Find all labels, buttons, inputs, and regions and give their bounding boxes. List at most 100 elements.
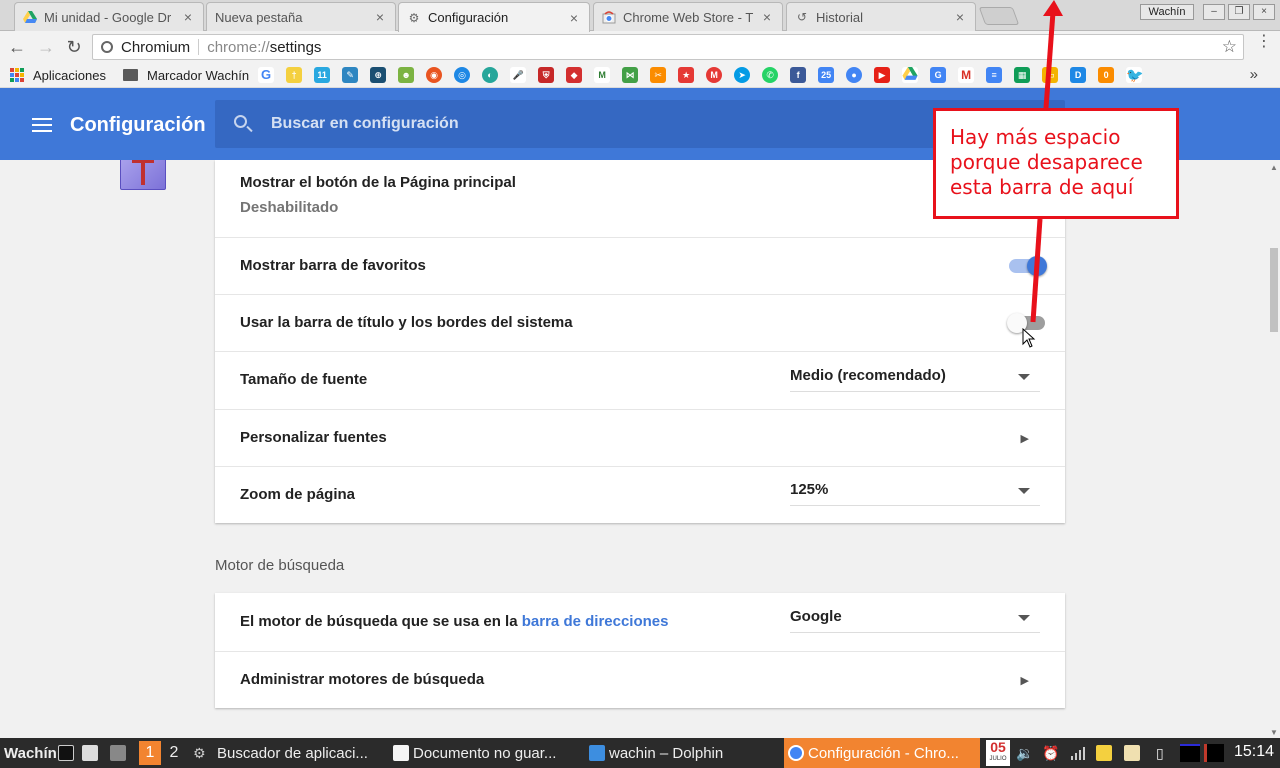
- terminal-icon[interactable]: [58, 738, 78, 768]
- setting-search-engine[interactable]: El motor de búsqueda que se usa en la ba…: [215, 593, 1065, 651]
- gmail-icon[interactable]: M: [958, 67, 975, 83]
- bookmark-icon[interactable]: ✎: [342, 67, 359, 83]
- page-zoom-select[interactable]: 125%: [790, 478, 1040, 506]
- minimize-icon[interactable]: –: [1203, 4, 1225, 20]
- whatsapp-icon[interactable]: ✆: [762, 67, 779, 83]
- close-window-icon[interactable]: ×: [1253, 4, 1275, 20]
- setting-font-size[interactable]: Tamaño de fuente Medio (recomendado): [215, 351, 1065, 409]
- close-icon[interactable]: ×: [760, 9, 774, 25]
- android-icon[interactable]: ☻: [398, 67, 415, 83]
- forward-icon[interactable]: →: [35, 37, 57, 57]
- close-icon[interactable]: ×: [373, 9, 387, 25]
- hamburger-menu-icon[interactable]: [32, 118, 52, 136]
- maximize-icon[interactable]: ❐: [1228, 4, 1250, 20]
- network-icon[interactable]: [1070, 738, 1086, 768]
- bookmark-icon[interactable]: M: [594, 67, 611, 83]
- tab-new-tab[interactable]: Nueva pestaña ×: [206, 2, 396, 31]
- search-engine-select[interactable]: Google: [790, 605, 1040, 633]
- setting-label: Mostrar el botón de la Página principal: [240, 174, 516, 191]
- contacts-icon[interactable]: ●: [846, 67, 863, 83]
- microphone-icon[interactable]: 🎤: [510, 67, 527, 83]
- bookmark-icon[interactable]: ⊕: [370, 67, 387, 83]
- workspace-1[interactable]: 1: [139, 741, 161, 765]
- bookmark-icon[interactable]: 11: [314, 67, 331, 83]
- scrollbar-thumb[interactable]: [1270, 248, 1278, 332]
- bookmark-apps[interactable]: Aplicaciones: [10, 68, 106, 83]
- tab-history[interactable]: ↺ Historial ×: [786, 2, 976, 31]
- history-icon: ↺: [796, 10, 808, 24]
- alarm-clock-icon[interactable]: ⏰: [1042, 738, 1059, 768]
- volume-icon[interactable]: 🔉: [1016, 738, 1033, 768]
- clock[interactable]: 15:14: [1234, 743, 1274, 761]
- bookmarks-overflow-icon[interactable]: »: [1250, 66, 1258, 83]
- setting-manage-search-engines[interactable]: Administrar motores de búsqueda ▶: [215, 651, 1065, 708]
- calendar-icon[interactable]: 25: [818, 67, 835, 83]
- setting-bookmarks-bar[interactable]: Mostrar barra de favoritos: [215, 237, 1065, 294]
- cpu-monitor-icon: [1180, 738, 1200, 768]
- address-bar-link[interactable]: barra de direcciones: [522, 613, 669, 630]
- youtube-icon[interactable]: ▶: [874, 67, 891, 83]
- bookmark-icon[interactable]: ⋈: [622, 67, 639, 83]
- scroll-down-icon[interactable]: ▼: [1270, 728, 1278, 737]
- taskbar-window[interactable]: ⚙ Buscador de aplicaci...: [193, 738, 388, 768]
- bookmark-icon[interactable]: ◎: [454, 67, 471, 83]
- setting-system-title-bar[interactable]: Usar la barra de título y los bordes del…: [215, 294, 1065, 351]
- bookmark-icon[interactable]: ◆: [566, 67, 583, 83]
- translate-icon[interactable]: G: [930, 67, 947, 83]
- tab-settings[interactable]: ⚙ Configuración ×: [398, 2, 590, 32]
- telegram-icon[interactable]: ➤: [734, 67, 751, 83]
- taskbar-window-active[interactable]: Configuración - Chro...: [784, 738, 980, 768]
- calendar-widget[interactable]: 05 JULIO: [986, 740, 1010, 766]
- bookmark-folder[interactable]: Marcador Wachín: [106, 68, 249, 83]
- sheets-icon[interactable]: ▦: [1014, 67, 1031, 83]
- bookmark-icon[interactable]: 0: [1098, 67, 1115, 83]
- calendar-day: 05: [990, 739, 1006, 755]
- ubuntu-icon[interactable]: ◉: [426, 67, 443, 83]
- search-input[interactable]: [271, 112, 871, 136]
- tab-google-drive[interactable]: Mi unidad - Google Dr ×: [14, 2, 204, 31]
- new-tab-button[interactable]: [978, 7, 1020, 25]
- bookmark-icon[interactable]: ✂: [650, 67, 667, 83]
- docs-icon[interactable]: ≡: [986, 67, 1003, 83]
- font-size-select[interactable]: Medio (recomendado): [790, 364, 1040, 392]
- bookmarks-bar-toggle[interactable]: [1009, 256, 1047, 276]
- close-icon[interactable]: ×: [953, 9, 967, 25]
- taskbar-user[interactable]: Wachín: [4, 738, 57, 768]
- phone-icon[interactable]: ▯: [1156, 738, 1164, 768]
- google-drive-icon[interactable]: [902, 67, 919, 83]
- facebook-icon[interactable]: f: [790, 67, 807, 83]
- tools-icon[interactable]: [110, 738, 130, 768]
- back-icon[interactable]: ←: [6, 37, 28, 57]
- bookmark-icon[interactable]: ★: [678, 67, 695, 83]
- taskbar-window[interactable]: Documento no guar...: [393, 738, 583, 768]
- reload-icon[interactable]: ↻: [63, 37, 85, 57]
- twitter-icon[interactable]: 🐦: [1126, 67, 1144, 83]
- scrollbar[interactable]: [1268, 160, 1280, 738]
- workspace-2[interactable]: 2: [163, 741, 185, 765]
- setting-custom-fonts[interactable]: Personalizar fuentes ▶: [215, 409, 1065, 466]
- chromium-icon: [788, 745, 804, 761]
- shield-icon[interactable]: ⛨: [538, 67, 555, 83]
- bookmark-apps-label: Aplicaciones: [33, 67, 106, 83]
- google-icon[interactable]: G: [258, 67, 275, 83]
- memory-monitor-icon: [1204, 738, 1224, 768]
- scroll-up-icon[interactable]: ▲: [1270, 163, 1278, 172]
- close-icon[interactable]: ×: [181, 9, 195, 25]
- bookmark-icon[interactable]: ◐: [482, 67, 499, 83]
- tab-web-store[interactable]: Chrome Web Store - T ×: [593, 2, 783, 31]
- omnibox[interactable]: Chromium chrome:// settings ☆: [92, 34, 1244, 60]
- setting-page-zoom[interactable]: Zoom de página 125%: [215, 466, 1065, 523]
- setting-label: Tamaño de fuente: [240, 371, 368, 388]
- file-manager-icon[interactable]: [82, 738, 102, 768]
- bookmark-icon[interactable]: M: [706, 67, 723, 83]
- bookmark-icon[interactable]: D: [1070, 67, 1087, 83]
- taskbar-window[interactable]: wachin – Dolphin: [589, 738, 779, 768]
- slides-icon[interactable]: ▭: [1042, 67, 1059, 83]
- close-icon[interactable]: ×: [567, 10, 581, 26]
- profile-button[interactable]: Wachín: [1140, 4, 1194, 20]
- folder-icon[interactable]: [1124, 738, 1144, 768]
- bookmark-icon[interactable]: †: [286, 67, 303, 83]
- notes-icon[interactable]: [1096, 738, 1116, 768]
- browser-menu-icon[interactable]: ⋮: [1256, 34, 1272, 50]
- bookmark-star-icon[interactable]: ☆: [1222, 37, 1237, 57]
